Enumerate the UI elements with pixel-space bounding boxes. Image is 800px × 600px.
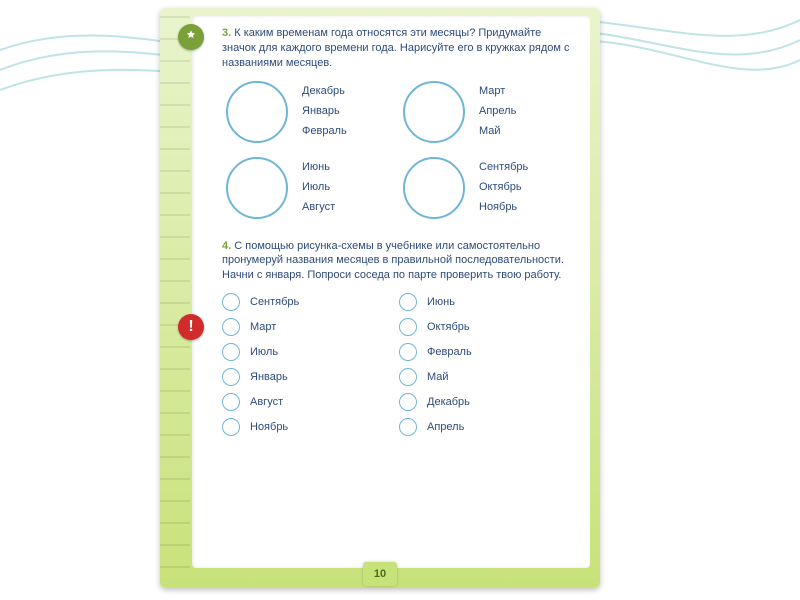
month-label: Октябрь <box>479 180 528 195</box>
month-label: Июль <box>302 180 335 195</box>
seasons-grid: Декабрь Январь Февраль Март Апрель Май <box>222 81 576 233</box>
task3-badge-icon <box>178 24 204 50</box>
page-number: 10 <box>363 562 397 586</box>
month-label: Июнь <box>427 295 455 310</box>
workbook-page: 3. К каким временам года относятся эти м… <box>192 16 590 568</box>
month-label: Июнь <box>302 160 335 175</box>
task4-number: 4. <box>222 240 231 252</box>
list-item: Декабрь <box>399 393 576 411</box>
month-label: Март <box>250 320 276 335</box>
task4-badge-icon: ! <box>178 314 204 340</box>
month-label: Июль <box>250 345 278 360</box>
number-circle[interactable] <box>222 293 240 311</box>
month-label: Сентябрь <box>250 295 299 310</box>
month-label: Ноябрь <box>250 420 288 435</box>
month-column-1: Сентябрь Март Июль Январь Август Ноябрь <box>222 293 399 443</box>
month-label: Февраль <box>427 345 472 360</box>
number-circle[interactable] <box>222 343 240 361</box>
number-circle[interactable] <box>222 318 240 336</box>
season-circle[interactable] <box>403 81 465 143</box>
season-circle[interactable] <box>226 157 288 219</box>
number-circle[interactable] <box>399 418 417 436</box>
task3-number: 3. <box>222 27 231 39</box>
list-item: Февраль <box>399 343 576 361</box>
season-group-spring: Март Апрель Май <box>399 81 576 143</box>
number-circle[interactable] <box>399 318 417 336</box>
number-circle[interactable] <box>222 368 240 386</box>
binding-decoration <box>160 8 190 588</box>
month-label: Апрель <box>479 104 516 119</box>
month-column-2: Июнь Октябрь Февраль Май Декабрь Апрель <box>399 293 576 443</box>
month-ordering-list: Сентябрь Март Июль Январь Август Ноябрь … <box>222 293 576 443</box>
month-label: Декабрь <box>302 84 347 99</box>
number-circle[interactable] <box>222 393 240 411</box>
list-item: Январь <box>222 368 399 386</box>
month-label: Февраль <box>302 124 347 139</box>
number-circle[interactable] <box>222 418 240 436</box>
month-label: Октябрь <box>427 320 470 335</box>
workbook-frame: 3. К каким временам года относятся эти м… <box>160 8 600 588</box>
task3-text: К каким временам года относятся эти меся… <box>222 27 570 69</box>
list-item: Октябрь <box>399 318 576 336</box>
month-label: Ноябрь <box>479 200 528 215</box>
month-label: Март <box>479 84 516 99</box>
number-circle[interactable] <box>399 393 417 411</box>
month-label: Май <box>479 124 516 139</box>
month-label: Август <box>302 200 335 215</box>
month-label: Декабрь <box>427 395 470 410</box>
task4-text: С помощью рисунка-схемы в учебнике или с… <box>222 240 564 282</box>
list-item: Ноябрь <box>222 418 399 436</box>
list-item: Сентябрь <box>222 293 399 311</box>
list-item: Июль <box>222 343 399 361</box>
season-group-autumn: Сентябрь Октябрь Ноябрь <box>399 157 576 219</box>
season-group-winter: Декабрь Январь Февраль <box>222 81 399 143</box>
season-group-summer: Июнь Июль Август <box>222 157 399 219</box>
task3-prompt: 3. К каким временам года относятся эти м… <box>222 26 576 71</box>
season-circle[interactable] <box>403 157 465 219</box>
task4-prompt: 4. С помощью рисунка-схемы в учебнике ил… <box>222 239 576 284</box>
month-label: Январь <box>250 370 288 385</box>
number-circle[interactable] <box>399 368 417 386</box>
number-circle[interactable] <box>399 293 417 311</box>
list-item: Март <box>222 318 399 336</box>
list-item: Июнь <box>399 293 576 311</box>
season-circle[interactable] <box>226 81 288 143</box>
list-item: Апрель <box>399 418 576 436</box>
month-label: Август <box>250 395 283 410</box>
list-item: Май <box>399 368 576 386</box>
number-circle[interactable] <box>399 343 417 361</box>
list-item: Август <box>222 393 399 411</box>
month-label: Январь <box>302 104 347 119</box>
month-label: Апрель <box>427 420 464 435</box>
month-label: Сентябрь <box>479 160 528 175</box>
month-label: Май <box>427 370 449 385</box>
slide-canvas: 3. К каким временам года относятся эти м… <box>0 0 800 600</box>
